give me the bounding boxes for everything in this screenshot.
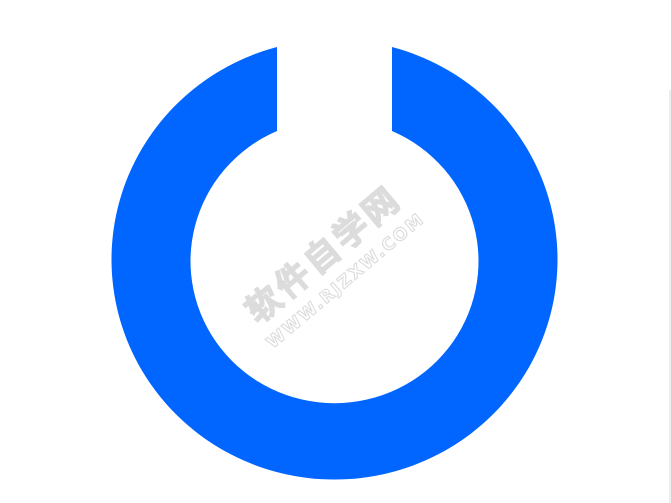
power-ring-graphic: 软件自学网 WWW.RJZXW.COM [111,47,558,480]
canvas: 软件自学网 WWW.RJZXW.COM [0,0,671,503]
watermark: 软件自学网 WWW.RJZXW.COM [238,178,430,354]
